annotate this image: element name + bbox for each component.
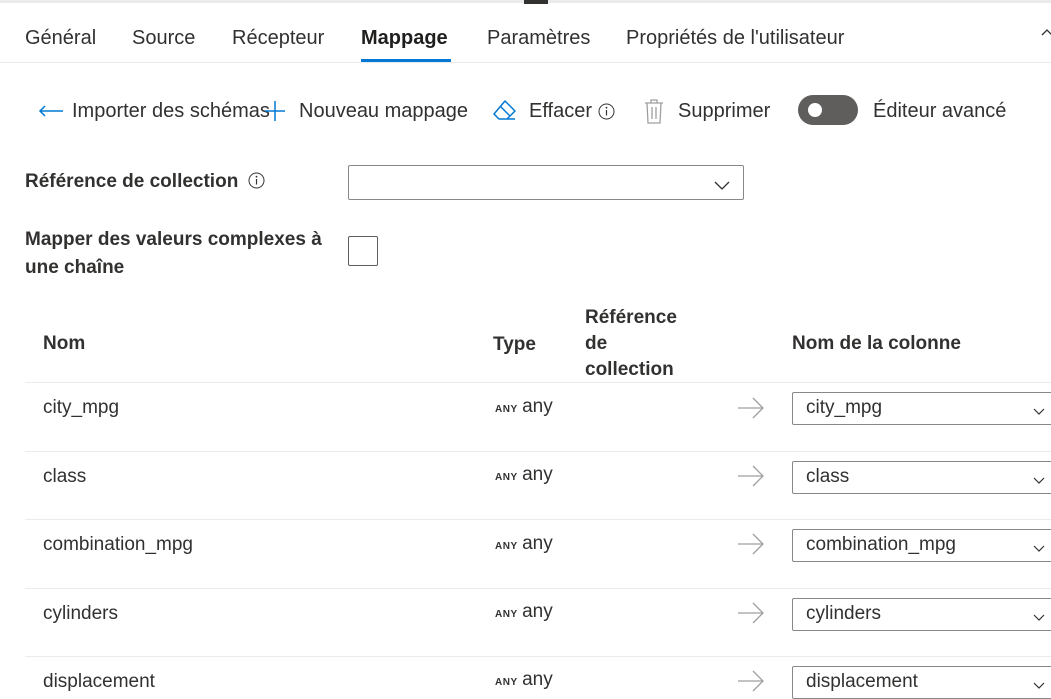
toggle-knob	[808, 103, 822, 117]
column-name-dropdown[interactable]: class	[792, 461, 1051, 494]
header-collection-ref-line3: collection	[585, 359, 674, 380]
type-value: any	[522, 533, 553, 554]
trash-icon	[644, 98, 664, 124]
table-row-name: combination_mpg	[43, 534, 193, 555]
row-divider	[25, 656, 1051, 657]
type-cell: ANY any	[495, 533, 553, 555]
header-collection-ref-line1: Référence	[585, 307, 677, 328]
type-value: any	[522, 464, 553, 485]
column-name-dropdown[interactable]: city_mpg	[792, 392, 1051, 425]
column-name-dropdown[interactable]: displacement	[792, 666, 1051, 699]
tab-settings[interactable]: Paramètres	[487, 26, 590, 50]
delete-button[interactable]: Supprimer	[644, 98, 771, 124]
type-tag: ANY	[495, 472, 518, 483]
tab-user-properties[interactable]: Propriétés de l'utilisateur	[626, 26, 844, 50]
chevron-down-icon	[714, 178, 730, 196]
chevron-down-icon	[1033, 472, 1045, 490]
tab-mapping[interactable]: Mappage	[361, 26, 448, 50]
tab-source[interactable]: Source	[132, 26, 195, 50]
resize-handle[interactable]	[524, 0, 548, 4]
header-collection-reference: Référence de collection	[585, 305, 677, 383]
column-name-value: city_mpg	[806, 397, 883, 418]
table-row-name: city_mpg	[43, 397, 120, 418]
arrow-right-icon	[737, 669, 765, 693]
table-row-name: class	[43, 466, 87, 487]
map-complex-label-line2: une chaîne	[25, 257, 125, 278]
chevron-down-icon	[1033, 609, 1045, 627]
arrow-right-icon	[737, 396, 765, 420]
chevron-down-icon	[1033, 540, 1045, 558]
row-divider	[25, 588, 1051, 589]
column-name-dropdown[interactable]: combination_mpg	[792, 529, 1051, 562]
advanced-editor-toggle[interactable]	[798, 95, 858, 125]
type-cell: ANY any	[495, 669, 553, 691]
map-complex-checkbox[interactable]	[348, 236, 378, 266]
row-divider	[25, 451, 1051, 452]
map-complex-label: Mapper des valeurs complexes à une chaîn…	[25, 226, 322, 282]
type-cell: ANY any	[495, 464, 553, 486]
column-name-dropdown[interactable]: cylinders	[792, 598, 1051, 631]
add-icon	[264, 100, 286, 122]
type-value: any	[522, 669, 553, 690]
type-cell: ANY any	[495, 601, 553, 623]
column-name-value: class	[806, 466, 850, 487]
arrow-right-icon	[737, 464, 765, 488]
delete-label: Supprimer	[678, 100, 771, 122]
chevron-down-icon	[1033, 403, 1045, 421]
new-mapping-button[interactable]: Nouveau mappage	[264, 99, 468, 123]
collection-reference-label: Référence de collection	[25, 168, 265, 198]
info-icon[interactable]	[248, 170, 265, 198]
tab-sink[interactable]: Récepteur	[232, 26, 324, 50]
header-collection-ref-line2: de	[585, 333, 608, 354]
collection-reference-dropdown[interactable]	[348, 165, 744, 200]
table-divider	[25, 382, 1051, 383]
map-complex-label-line1: Mapper des valeurs complexes à	[25, 229, 322, 250]
chevron-down-icon	[1033, 677, 1045, 695]
column-name-value: combination_mpg	[806, 534, 956, 555]
advanced-editor-label: Éditeur avancé	[873, 100, 1007, 122]
header-column-name: Nom de la colonne	[792, 333, 961, 354]
collection-reference-label-text: Référence de collection	[25, 171, 239, 192]
type-tag: ANY	[495, 609, 518, 620]
table-row-name: displacement	[43, 671, 155, 692]
arrow-left-icon	[38, 104, 64, 118]
type-value: any	[522, 396, 553, 417]
column-name-value: displacement	[806, 671, 918, 692]
column-name-value: cylinders	[806, 603, 881, 624]
tab-general[interactable]: Général	[25, 26, 96, 50]
arrow-right-icon	[737, 532, 765, 556]
eraser-icon	[492, 99, 517, 123]
type-value: any	[522, 601, 553, 622]
type-cell: ANY any	[495, 396, 553, 418]
type-tag: ANY	[495, 541, 518, 552]
header-type: Type	[493, 334, 536, 355]
table-row-name: cylinders	[43, 603, 118, 624]
import-schemas-button[interactable]: Importer des schémas	[38, 99, 270, 123]
clear-label: Effacer	[529, 100, 592, 122]
tabs-divider	[0, 62, 1051, 63]
clear-button[interactable]: Effacer	[492, 99, 615, 123]
info-icon[interactable]	[598, 103, 615, 120]
chevron-up-icon[interactable]	[1040, 26, 1051, 40]
row-divider	[25, 519, 1051, 520]
type-tag: ANY	[495, 677, 518, 688]
new-mapping-label: Nouveau mappage	[299, 100, 469, 122]
type-tag: ANY	[495, 404, 518, 415]
arrow-right-icon	[737, 601, 765, 625]
header-name: Nom	[43, 333, 86, 354]
import-schemas-label: Importer des schémas	[72, 100, 270, 122]
